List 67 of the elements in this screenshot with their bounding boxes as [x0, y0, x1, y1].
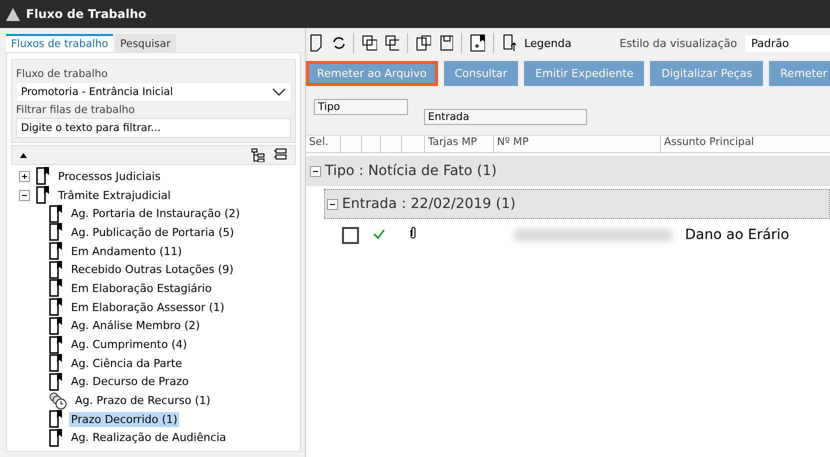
column-header[interactable]: Assunto Principal — [661, 136, 758, 152]
save-copy-icon[interactable] — [416, 35, 431, 51]
view-style-field[interactable]: Padrão — [745, 34, 830, 52]
document-icon — [49, 372, 63, 391]
document-icon — [49, 204, 63, 223]
document-icon — [49, 316, 63, 335]
tree-item[interactable]: Ag. Cumprimento (4) — [69, 337, 190, 352]
collapse-icon[interactable] — [310, 166, 321, 176]
document-icon — [49, 223, 63, 242]
table-cell: Dano ao Erário — [685, 227, 790, 243]
expander-icon[interactable] — [19, 170, 30, 182]
app-logo-icon — [6, 8, 20, 20]
group-row[interactable]: Tipo : Notícia de Fato (1) — [306, 156, 830, 186]
refresh-icon[interactable] — [330, 35, 346, 51]
add-document-icon[interactable] — [470, 34, 485, 52]
document-icon — [36, 186, 50, 204]
field-label: Filtrar filas de trabalho — [16, 104, 136, 116]
group-by-chip[interactable]: Tipo — [314, 99, 408, 115]
tree-item[interactable]: Ag. Prazo de Recurso (1) — [73, 393, 212, 408]
workflow-dropdown[interactable]: Promotoria - Entrância Inicial — [16, 82, 291, 102]
collapse-icon[interactable] — [327, 198, 338, 210]
view-style-label: Estilo da visualização — [619, 36, 738, 50]
tree-item[interactable]: Prazo Decorrido (1) — [69, 412, 180, 427]
tree-item[interactable]: Em Elaboração Assessor (1) — [69, 300, 226, 315]
document-icon — [49, 354, 63, 372]
document-icon — [49, 336, 63, 354]
window-title: Fluxo de Trabalho — [26, 7, 146, 21]
group-row[interactable]: Entrada : 22/02/2019 (1) — [324, 189, 830, 219]
filter-field[interactable]: Digite o texto para filtrar... — [16, 118, 291, 138]
select-all-icon[interactable] — [362, 35, 377, 51]
export-document-icon[interactable] — [502, 34, 516, 52]
tree-item[interactable]: Em Elaboração Estagiário — [69, 280, 214, 296]
save-icon[interactable] — [438, 35, 454, 51]
tab[interactable]: Pesquisar — [115, 34, 176, 52]
tree-item[interactable]: Processos Judiciais — [56, 168, 163, 184]
document-icon — [49, 260, 63, 279]
tree-item[interactable]: Trâmite Extrajudicial — [56, 188, 173, 203]
chevron-down-icon[interactable] — [272, 88, 286, 96]
tree-item[interactable]: Ag. Análise Membro (2) — [69, 318, 202, 334]
copy-icon[interactable] — [384, 35, 400, 51]
tab[interactable]: Fluxos de trabalho — [6, 34, 114, 52]
document-icon — [49, 242, 63, 260]
column-header[interactable]: Sel. — [306, 136, 341, 152]
expander-icon[interactable] — [19, 190, 30, 201]
field-label: Fluxo de trabalho — [16, 68, 109, 80]
document-icon — [49, 298, 63, 316]
legend-label[interactable]: Legenda — [524, 36, 572, 50]
list-icon[interactable] — [273, 148, 287, 160]
document-icon — [49, 428, 63, 447]
tree-structure-icon[interactable] — [251, 148, 265, 162]
document-icon — [49, 279, 63, 298]
tree-item[interactable]: Ag. Publicação de Portaria (5) — [69, 224, 236, 240]
group-by-chip[interactable]: Entrada — [424, 109, 587, 125]
document-icon — [36, 167, 50, 186]
collapse-icon[interactable] — [20, 152, 27, 158]
tree-item[interactable]: Em Andamento (11) — [69, 244, 184, 259]
tree-item[interactable]: Ag. Realização de Audiência — [69, 430, 228, 446]
column-header[interactable]: Nº MP — [494, 136, 661, 152]
tree-item[interactable]: Ag. Portaria de Instauração (2) — [69, 206, 242, 222]
tree-item[interactable]: Ag. Ciência da Parte — [69, 356, 184, 371]
row-checkbox[interactable] — [342, 226, 359, 244]
tree-item[interactable]: Ag. Decurso de Prazo — [69, 374, 191, 390]
tree-item[interactable]: Recebido Outras Lotações (9) — [69, 262, 236, 278]
new-document-icon[interactable] — [310, 34, 323, 52]
document-icon — [49, 410, 63, 428]
column-header[interactable]: Tarjas MP — [425, 136, 494, 152]
clock-stack-icon — [49, 392, 67, 410]
